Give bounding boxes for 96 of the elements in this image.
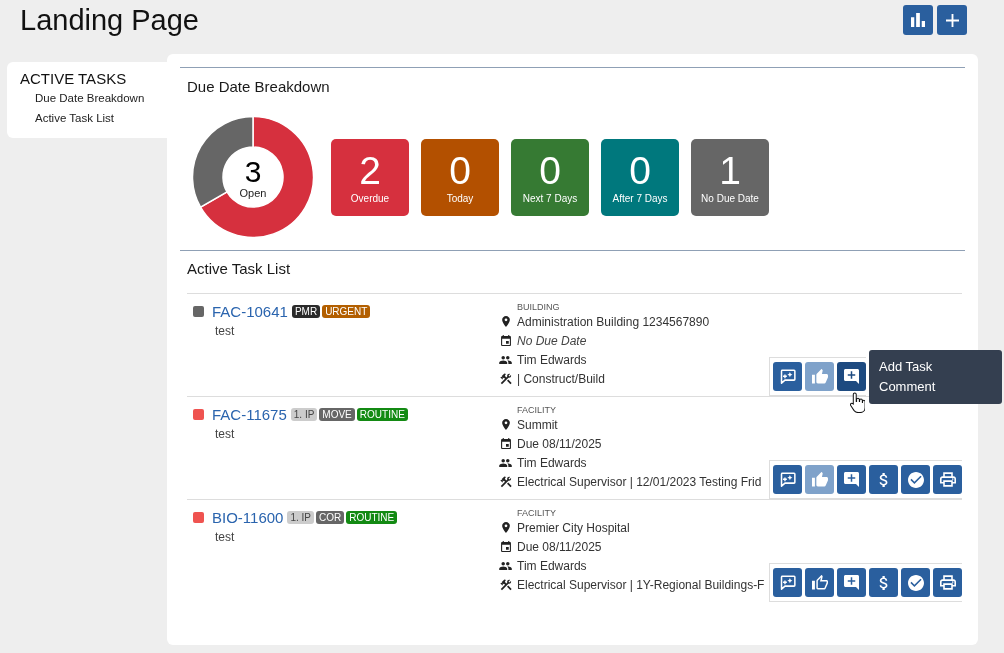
add-comment-button[interactable] bbox=[837, 465, 866, 494]
tile-label: After 7 Days bbox=[612, 191, 668, 205]
assignee-text: Tim Edwards bbox=[517, 455, 587, 470]
section-heading: Active Task List bbox=[187, 260, 291, 278]
status-count-tile[interactable]: 0 After 7 Days bbox=[601, 138, 679, 216]
tile-count: 0 bbox=[629, 149, 651, 192]
dollar-icon bbox=[878, 472, 889, 487]
task-tag: ROUTINE bbox=[346, 510, 398, 524]
chat-sparkle-icon bbox=[779, 575, 796, 590]
task-tag: 1. IP bbox=[290, 407, 318, 421]
task-description: test bbox=[215, 529, 235, 546]
print-button[interactable] bbox=[933, 465, 962, 494]
chat-sparkle-icon bbox=[779, 369, 796, 384]
ai-comment-button[interactable] bbox=[773, 568, 802, 597]
task-description: test bbox=[215, 426, 235, 443]
tile-label: Overdue bbox=[350, 191, 390, 205]
tile-label: Today bbox=[446, 191, 474, 205]
trade-text: | Construct/Build bbox=[517, 371, 605, 386]
tools-icon bbox=[499, 578, 512, 591]
add-comment-button[interactable] bbox=[837, 568, 866, 597]
approve-button[interactable] bbox=[805, 568, 834, 597]
hand-cursor-icon bbox=[850, 392, 865, 413]
due-date-text: No Due Date bbox=[517, 333, 587, 348]
add-button[interactable] bbox=[937, 5, 967, 35]
people-icon bbox=[499, 355, 512, 364]
cost-button[interactable] bbox=[869, 465, 898, 494]
tools-icon bbox=[499, 475, 512, 488]
location-text: Summit bbox=[517, 417, 558, 432]
status-count-tile[interactable]: 0 Next 7 Days bbox=[511, 138, 589, 216]
thumbs-up-icon bbox=[811, 472, 828, 487]
map-pin-icon bbox=[501, 316, 510, 327]
thumbs-up-icon bbox=[811, 369, 828, 384]
task-tag: ROUTINE bbox=[356, 407, 408, 421]
tools-icon bbox=[499, 372, 512, 385]
page-title: Landing Page bbox=[20, 3, 199, 38]
status-count-tile[interactable]: 1 No Due Date bbox=[691, 138, 769, 216]
comment-plus-icon bbox=[844, 575, 859, 590]
chat-sparkle-icon bbox=[779, 472, 796, 487]
task-tag: MOVE bbox=[319, 407, 355, 421]
sidebar-title: ACTIVE TASKS bbox=[20, 70, 127, 88]
add-comment-button[interactable] bbox=[837, 362, 866, 391]
status-count-tile[interactable]: 2 Overdue bbox=[331, 138, 409, 216]
map-pin-icon bbox=[501, 522, 510, 533]
people-icon bbox=[499, 561, 512, 570]
cost-button[interactable] bbox=[869, 568, 898, 597]
bar-chart-icon bbox=[911, 13, 925, 27]
calendar-icon bbox=[500, 541, 511, 552]
ai-comment-button[interactable] bbox=[773, 465, 802, 494]
open-count: 3 bbox=[244, 156, 262, 187]
tile-count: 0 bbox=[449, 149, 471, 192]
people-icon bbox=[499, 458, 512, 467]
assignee-text: Tim Edwards bbox=[517, 558, 587, 573]
printer-icon bbox=[939, 575, 956, 590]
task-number-link[interactable]: FAC-11675 bbox=[212, 405, 287, 423]
sidebar-link[interactable]: Due Date Breakdown bbox=[35, 88, 145, 108]
calendar-icon bbox=[500, 438, 511, 449]
due-date-text: Due 08/11/2025 bbox=[517, 539, 602, 554]
section-heading: Due Date Breakdown bbox=[187, 78, 330, 96]
comment-plus-icon bbox=[844, 369, 859, 384]
location-type-label: FACILITY bbox=[517, 406, 556, 415]
assignee-text: Tim Edwards bbox=[517, 352, 587, 367]
complete-button[interactable] bbox=[901, 568, 930, 597]
plus-icon bbox=[945, 13, 959, 27]
tile-count: 2 bbox=[359, 149, 381, 192]
complete-button[interactable] bbox=[901, 465, 930, 494]
status-count-tile[interactable]: 0 Today bbox=[421, 138, 499, 216]
location-type-label: BUILDING bbox=[517, 303, 560, 312]
location-type-label: FACILITY bbox=[517, 509, 556, 518]
chart-button[interactable] bbox=[903, 5, 933, 35]
map-pin-icon bbox=[501, 419, 510, 430]
open-label: Open bbox=[239, 186, 267, 200]
task-tag: COR bbox=[316, 510, 345, 524]
location-text: Premier City Hospital bbox=[517, 520, 630, 535]
task-tag: PMR bbox=[291, 304, 321, 318]
task-number-link[interactable]: BIO-11600 bbox=[212, 508, 284, 526]
print-button[interactable] bbox=[933, 568, 962, 597]
dollar-icon bbox=[878, 575, 889, 590]
tooltip: Add Task Comment bbox=[869, 349, 1002, 404]
task-tag: URGENT bbox=[322, 304, 371, 318]
location-text: Administration Building 1234567890 bbox=[517, 314, 710, 329]
printer-icon bbox=[939, 472, 956, 487]
trade-text: Electrical Supervisor | 12/01/2023 Testing Frid bbox=[517, 474, 762, 489]
thumbs-up-icon bbox=[811, 575, 828, 590]
ai-comment-button[interactable] bbox=[773, 362, 802, 391]
comment-plus-icon bbox=[844, 472, 859, 487]
calendar-icon bbox=[500, 335, 511, 346]
task-number-link[interactable]: FAC-10641 bbox=[212, 302, 288, 320]
trade-text: Electrical Supervisor | 1Y-Regional Buildings-F bbox=[517, 577, 765, 592]
task-description: test bbox=[215, 323, 235, 340]
sidebar-link[interactable]: Active Task List bbox=[35, 108, 115, 128]
tile-count: 1 bbox=[719, 149, 741, 192]
task-tag: 1. IP bbox=[287, 510, 314, 524]
tile-label: No Due Date bbox=[701, 191, 759, 205]
tile-count: 0 bbox=[539, 149, 561, 192]
due-date-text: Due 08/11/2025 bbox=[517, 436, 602, 451]
tile-label: Next 7 Days bbox=[522, 191, 578, 205]
